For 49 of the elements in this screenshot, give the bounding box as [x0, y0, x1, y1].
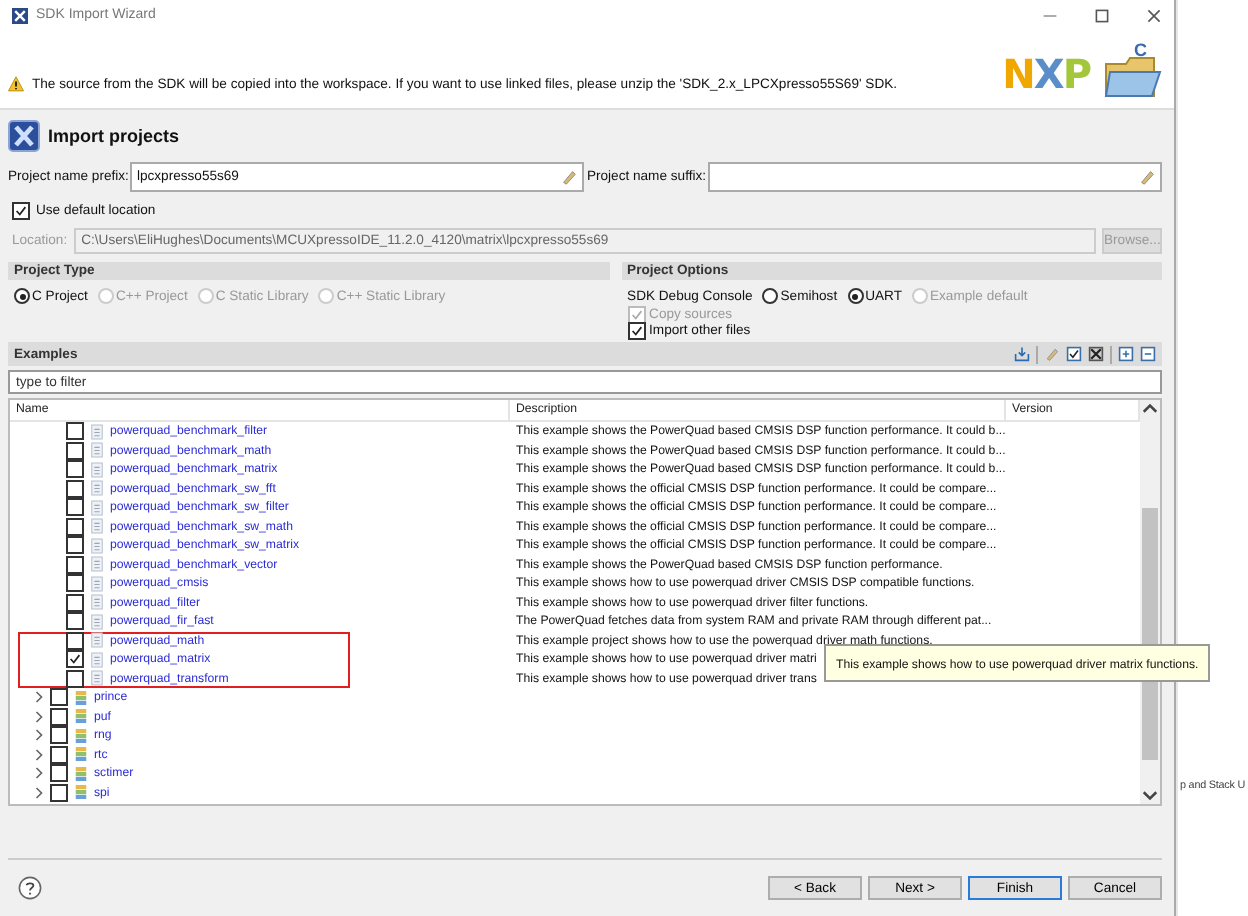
checkbox[interactable]	[66, 593, 84, 612]
cross-grid-icon[interactable]	[1088, 346, 1104, 362]
page-title: Import projects	[48, 126, 180, 146]
radio-button[interactable]	[762, 288, 779, 304]
chevron-icon[interactable]	[34, 690, 44, 705]
pencil-icon[interactable]	[560, 167, 579, 185]
expand-all-icon[interactable]	[1118, 346, 1134, 362]
checkbox[interactable]	[66, 555, 84, 574]
checkbox[interactable]	[66, 574, 84, 593]
checkbox[interactable]	[50, 745, 68, 764]
chevron-icon[interactable]	[34, 709, 44, 724]
checkbox[interactable]	[50, 764, 68, 783]
checkbox[interactable]	[50, 707, 68, 726]
checkbox-icon[interactable]	[1066, 346, 1082, 362]
maximize-icon[interactable]	[1094, 7, 1110, 24]
app-icon	[12, 7, 28, 24]
checkbox[interactable]	[12, 201, 30, 219]
checkbox[interactable]	[66, 479, 84, 498]
checkbox[interactable]	[66, 650, 84, 669]
brand-logo: NXP	[1002, 54, 1090, 94]
scroll-up-icon[interactable]	[1140, 400, 1160, 416]
checkbox[interactable]	[66, 441, 84, 460]
chevron-icon[interactable]	[34, 728, 44, 743]
checkbox[interactable]	[50, 726, 68, 745]
radio-button[interactable]	[847, 288, 864, 304]
checkbox[interactable]	[66, 536, 84, 555]
checkbox[interactable]	[66, 517, 84, 536]
scroll-down-icon[interactable]	[1140, 788, 1160, 804]
checkbox[interactable]	[66, 498, 84, 517]
checkbox[interactable]	[50, 783, 68, 802]
help-icon[interactable]	[18, 876, 42, 900]
checkbox[interactable]	[627, 321, 646, 339]
collapse-all-icon[interactable]	[1140, 346, 1156, 362]
chevron-icon[interactable]	[34, 785, 44, 800]
close-icon[interactable]	[1146, 7, 1162, 24]
checkbox[interactable]	[66, 631, 84, 650]
checkbox[interactable]	[66, 460, 84, 479]
checkbox[interactable]	[50, 688, 68, 707]
chevron-icon[interactable]	[34, 766, 44, 781]
checkbox[interactable]	[66, 612, 84, 631]
import-icon	[8, 120, 40, 152]
radio-button[interactable]	[14, 288, 30, 304]
warning-icon	[8, 76, 24, 92]
import-icon[interactable]	[1014, 346, 1030, 362]
pencil-icon[interactable]	[1138, 167, 1157, 185]
suffix-field[interactable]	[708, 161, 1163, 191]
checkbox[interactable]	[66, 422, 84, 441]
chevron-icon[interactable]	[34, 747, 44, 762]
checkbox[interactable]	[66, 669, 84, 688]
